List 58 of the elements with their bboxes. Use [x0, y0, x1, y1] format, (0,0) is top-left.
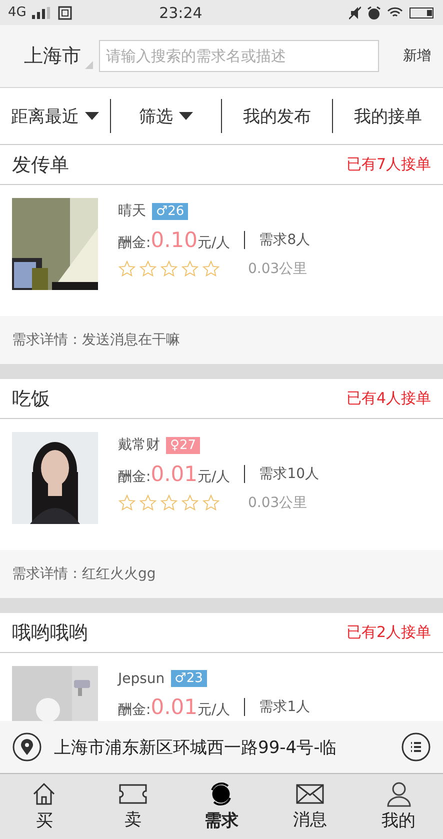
signal-icon [32, 6, 52, 18]
gender-age-badge: ♂26 [152, 202, 188, 220]
star-icon [181, 260, 199, 278]
battery-icon [409, 6, 435, 18]
post-title: 发传单 [12, 152, 69, 178]
taken-count: 已有4人接单 [346, 389, 431, 408]
nav-tab[interactable]: 买 [0, 774, 89, 839]
post-title: 哦哟哦哟 [12, 620, 88, 646]
details-text: 需求详情：发送消息在干嘛 [0, 316, 443, 364]
clock-time: 23:24 [158, 4, 204, 22]
details-text: 需求详情：红红火火gg [0, 550, 443, 598]
star-icon [139, 494, 157, 512]
star-icon [118, 494, 136, 512]
post-title: 吃饭 [12, 386, 50, 412]
home-icon [31, 781, 58, 807]
filter-tab[interactable]: 距离最近 [0, 99, 111, 133]
star-icon [181, 494, 199, 512]
user-name: 戴常财 [118, 436, 160, 454]
reward-text: 酬金:0.01元/人 [118, 695, 230, 719]
nav-tab[interactable]: 我的 [354, 774, 443, 839]
need-count: 需求1人 [259, 698, 310, 716]
wifi-icon [387, 6, 403, 18]
mute-icon [349, 6, 361, 20]
filter-tab[interactable]: 我的发布 [222, 99, 333, 133]
nav-tab[interactable]: 消息 [266, 774, 354, 839]
need-count: 需求10人 [259, 465, 320, 483]
envelope-icon [295, 782, 326, 806]
network-label: 4G [8, 5, 26, 20]
star-icon [118, 260, 136, 278]
filter-tab[interactable]: 我的接单 [333, 99, 443, 133]
star-icon [139, 260, 157, 278]
add-button[interactable]: 新增 [389, 47, 431, 65]
distance-text: 0.03公里 [248, 260, 308, 278]
star-icon [160, 260, 178, 278]
star-icon [202, 494, 220, 512]
gender-age-badge: ♀27 [166, 436, 200, 454]
user-icon [386, 781, 412, 807]
address-text: 上海市浦东新区环城西一路99-4号-临 [54, 736, 338, 758]
taken-count: 已有2人接单 [346, 623, 431, 642]
user-name: Jepsun [118, 670, 165, 686]
search-field[interactable]: 请输入搜索的需求名或描述 [99, 40, 379, 72]
reward-text: 酬金:0.10元/人 [118, 228, 230, 252]
alarm-icon [367, 6, 381, 20]
star-icon [202, 260, 220, 278]
distance-text: 0.03公里 [248, 494, 308, 512]
nav-tab[interactable]: 需求 [177, 774, 266, 839]
list-icon[interactable] [401, 732, 431, 762]
star-icon [160, 494, 178, 512]
need-count: 需求8人 [259, 231, 310, 249]
nav-tab[interactable]: 卖 [88, 774, 178, 839]
gender-age-badge: ♂23 [170, 670, 207, 687]
filter-tab[interactable]: 筛选 [111, 99, 222, 133]
user-name: 晴天 [118, 202, 146, 220]
sim-icon [58, 6, 72, 20]
taken-count: 已有7人接单 [346, 155, 431, 174]
ticket-icon [118, 782, 148, 806]
reward-text: 酬金:0.01元/人 [118, 462, 230, 486]
location-pin-icon [12, 732, 42, 762]
